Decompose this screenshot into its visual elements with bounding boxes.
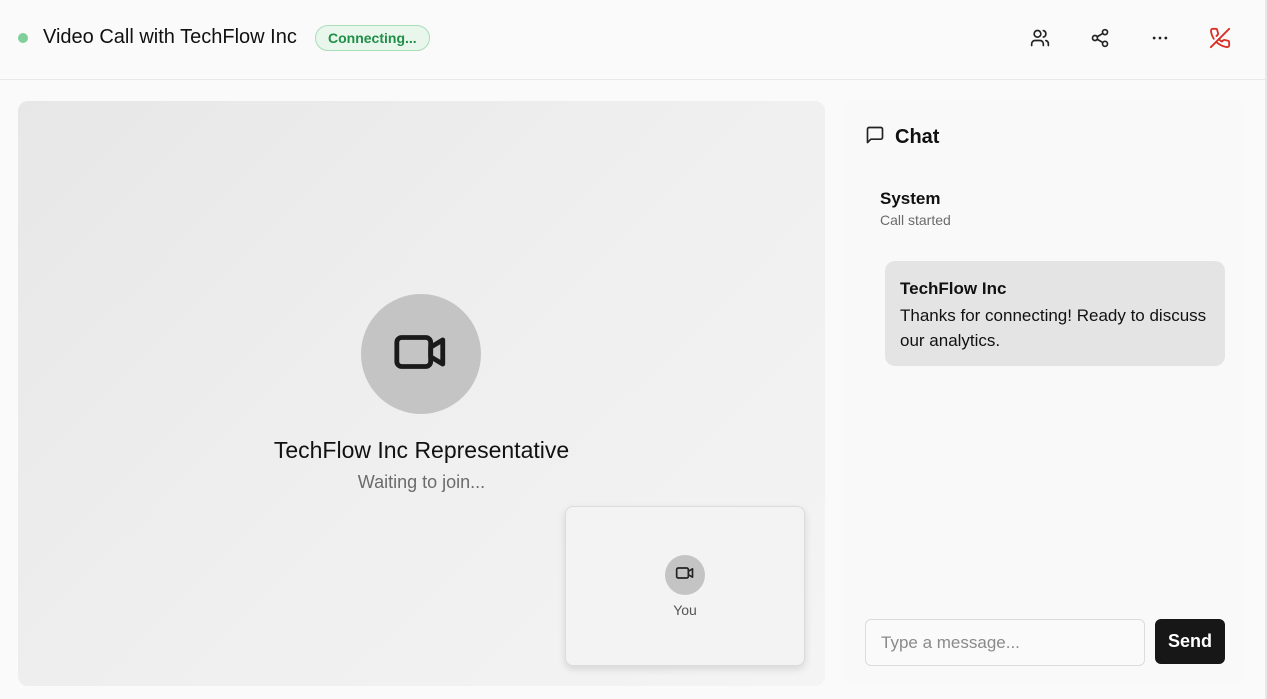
end-call-button[interactable] xyxy=(1202,22,1238,54)
chat-panel: Chat System Call started TechFlow Inc Th… xyxy=(845,101,1245,686)
remote-participant-status: Waiting to join... xyxy=(357,472,486,492)
self-view-tile[interactable]: You xyxy=(565,506,805,666)
chat-title: Chat xyxy=(895,126,940,148)
call-header: Video Call with TechFlow Inc Connecting.… xyxy=(0,0,1267,80)
self-avatar xyxy=(665,555,705,595)
remote-video-area: TechFlow Inc Representative Waiting to j… xyxy=(18,101,825,686)
share-icon xyxy=(1090,28,1110,48)
end-call-icon xyxy=(1209,27,1231,49)
message-input[interactable] xyxy=(865,619,1145,666)
participants-button[interactable] xyxy=(1022,22,1058,54)
video-camera-icon xyxy=(392,323,450,386)
call-title: Video Call with TechFlow Inc xyxy=(43,26,297,48)
share-button[interactable] xyxy=(1082,22,1118,54)
message-square-icon xyxy=(865,125,885,150)
message-sender: TechFlow Inc xyxy=(900,279,1007,298)
self-label: You xyxy=(673,602,697,618)
remote-participant-name: TechFlow Inc Representative xyxy=(273,437,570,463)
video-camera-icon xyxy=(675,563,695,588)
system-message: System Call started xyxy=(865,178,1225,238)
message-text: Thanks for connecting! Ready to discuss … xyxy=(900,306,1207,350)
message-sender: System xyxy=(880,189,941,208)
participants-icon xyxy=(1030,28,1050,48)
more-icon xyxy=(1150,28,1170,48)
status-badge: Connecting... xyxy=(315,25,430,51)
more-options-button[interactable] xyxy=(1142,22,1178,54)
send-button[interactable]: Send xyxy=(1155,619,1225,664)
chat-header: Chat xyxy=(865,125,939,150)
remote-avatar xyxy=(361,294,481,414)
message-text: Call started xyxy=(880,212,951,228)
connection-indicator xyxy=(18,33,28,43)
chat-message: TechFlow Inc Thanks for connecting! Read… xyxy=(885,261,1225,366)
